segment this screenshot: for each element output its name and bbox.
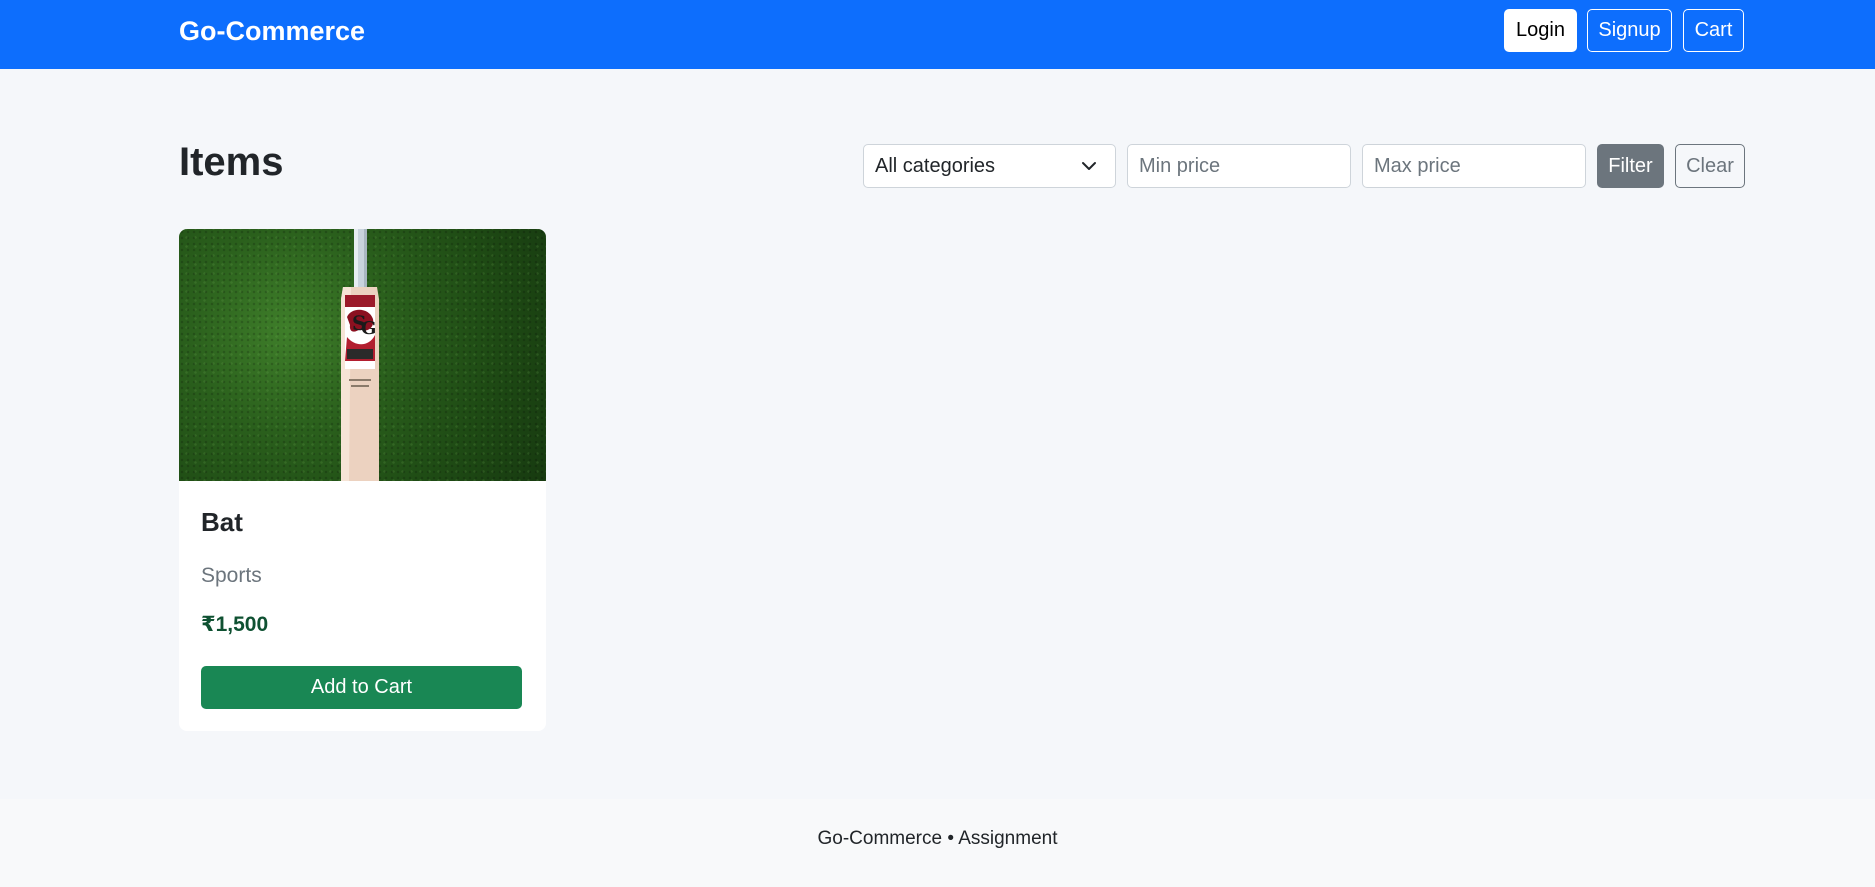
cricket-bat-illustration: S G [341,229,379,481]
clear-button[interactable]: Clear [1675,144,1745,188]
brand-logo[interactable]: Go-Commerce [179,14,365,48]
login-button[interactable]: Login [1504,9,1577,52]
signup-button[interactable]: Signup [1587,9,1672,52]
max-price-placeholder: Max price [1374,155,1461,177]
product-category: Sports [201,564,262,587]
cart-button[interactable]: Cart [1683,9,1744,52]
min-price-placeholder: Min price [1139,155,1221,177]
svg-text:G: G [361,318,376,339]
product-card: S G Bat Sports ₹1,500 Add to Cart [179,229,546,731]
max-price-input[interactable]: Max price [1362,144,1586,188]
chevron-down-icon [1082,162,1096,170]
navbar: Go-Commerce Login Signup Cart [0,0,1875,69]
category-select[interactable]: All categories [863,144,1116,188]
product-name: Bat [201,507,243,537]
footer-text: Go-Commerce • Assignment [817,828,1058,849]
product-image[interactable]: S G [179,229,546,481]
add-to-cart-button[interactable]: Add to Cart [201,666,522,709]
footer: Go-Commerce • Assignment [0,799,1875,887]
category-select-value: All categories [875,155,996,177]
min-price-input[interactable]: Min price [1127,144,1351,188]
filter-button[interactable]: Filter [1597,144,1664,188]
page-title: Items [179,140,284,184]
product-price: ₹1,500 [201,613,269,636]
